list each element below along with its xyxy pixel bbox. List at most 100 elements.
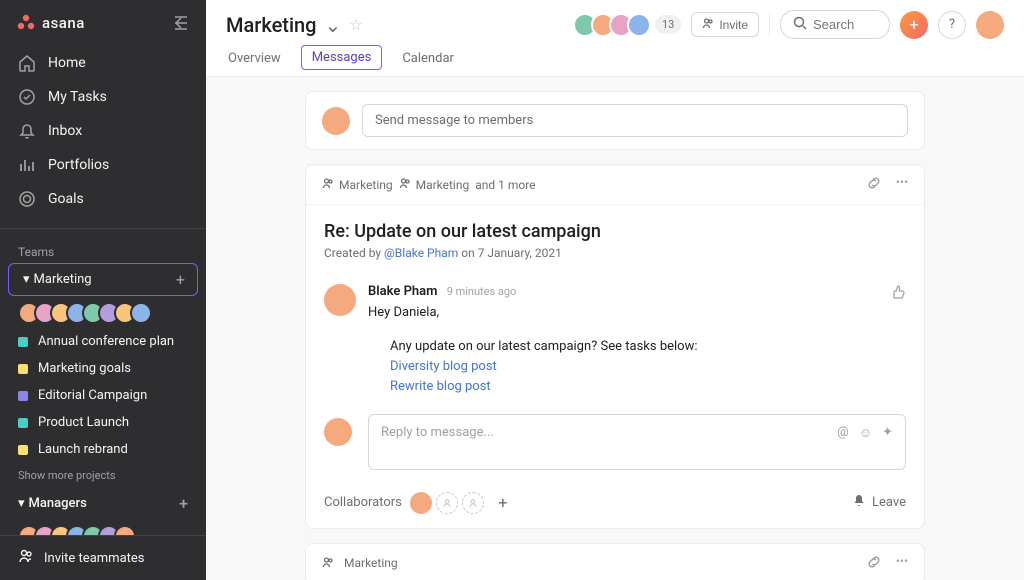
audience-label: Marketing [416, 178, 470, 192]
people-icon [18, 548, 34, 568]
page-title: Marketing ⌄ ☆ [226, 13, 363, 37]
link-icon[interactable] [866, 554, 882, 573]
audience-label: Marketing [339, 178, 393, 192]
emoji-icon[interactable]: ☺ [859, 425, 872, 441]
empty-avatar-slot[interactable] [462, 492, 484, 514]
people-icon [322, 556, 334, 571]
nav-goals[interactable]: Goals [0, 182, 206, 216]
collapse-sidebar-icon[interactable] [172, 14, 190, 32]
people-icon [322, 177, 334, 192]
sidebar-project[interactable]: Launch rebrand [0, 436, 206, 463]
meta-text: on 7 January, 2021 [458, 246, 562, 260]
sidebar-project[interactable]: Product Launch [0, 409, 206, 436]
team-name: Marketing [34, 272, 92, 287]
sidebar-project[interactable]: Annual conference plan [0, 328, 206, 355]
search-icon [793, 15, 807, 34]
avatar [324, 418, 352, 446]
project-label: Editorial Campaign [38, 388, 147, 403]
team-marketing[interactable]: ▾ Marketing + [8, 263, 198, 296]
project-label: Launch rebrand [38, 442, 128, 457]
avatar [322, 107, 350, 135]
audience-label: Marketing [344, 556, 398, 570]
nav-home[interactable]: Home [0, 46, 206, 80]
header-top: Marketing ⌄ ☆ 13 Invite [226, 0, 1004, 39]
collaborators-label: Collaborators [324, 495, 402, 510]
logo[interactable]: asana [16, 14, 85, 32]
bars-icon [18, 156, 36, 174]
chevron-down-icon: ▾ [18, 496, 25, 511]
divider [769, 14, 770, 36]
invite-label: Invite teammates [44, 551, 145, 566]
nav-portfolios[interactable]: Portfolios [0, 148, 206, 182]
message-body-text: Any update on our latest campaign? See t… [390, 337, 878, 357]
add-to-team-icon[interactable]: + [179, 494, 188, 513]
bell-icon [18, 122, 36, 140]
more-icon[interactable]: ••• [896, 175, 908, 194]
primary-nav: Home My Tasks Inbox Portfolios Goals [0, 42, 206, 220]
people-icon [399, 177, 411, 192]
home-icon [18, 54, 36, 72]
author-link[interactable]: @Blake Pham [384, 246, 458, 260]
nav-my-tasks[interactable]: My Tasks [0, 80, 206, 114]
thread-actions: ••• [866, 554, 908, 573]
main: Marketing ⌄ ☆ 13 Invite [206, 0, 1024, 580]
collaborator-avatars: + [410, 492, 514, 514]
team-managers[interactable]: ▾ Managers + [0, 488, 206, 519]
thread-card[interactable]: Marketing ••• [305, 543, 925, 580]
invite-teammates[interactable]: Invite teammates [0, 535, 206, 580]
sidebar: asana Home My Tasks Inbox Portfolios Goa… [0, 0, 206, 580]
star-icon[interactable]: ☆ [349, 16, 362, 34]
thread-footer: Collaborators + Leave [306, 484, 924, 528]
avatar[interactable] [627, 13, 651, 37]
nav-label: Goals [48, 191, 84, 207]
avatar[interactable] [130, 302, 152, 324]
show-more-projects[interactable]: Show more projects [0, 463, 206, 488]
mention-icon[interactable]: @ [837, 425, 849, 441]
team-marketing-avatars [0, 296, 206, 328]
content: Send message to members Marketing Market… [206, 77, 1024, 580]
reply-box: Reply to message... @ ☺ ✦ [324, 414, 906, 470]
audience-tag[interactable]: Marketing [322, 556, 398, 571]
invite-button[interactable]: Invite [691, 12, 759, 37]
tab-overview[interactable]: Overview [226, 45, 283, 76]
more-icon[interactable]: ••• [896, 554, 908, 573]
help-button[interactable]: ? [938, 11, 966, 39]
empty-avatar-slot[interactable] [436, 492, 458, 514]
leave-button[interactable]: Leave [852, 494, 906, 512]
bell-icon [852, 494, 866, 512]
nav-inbox[interactable]: Inbox [0, 114, 206, 148]
sidebar-project[interactable]: Editorial Campaign [0, 382, 206, 409]
audience-more[interactable]: and 1 more [475, 178, 535, 192]
plus-icon: + [909, 15, 918, 34]
add-button[interactable]: + [900, 11, 928, 39]
like-icon[interactable] [890, 284, 906, 304]
message-time: 9 minutes ago [447, 285, 517, 298]
add-collaborator-icon[interactable]: + [492, 492, 514, 514]
audience-tag[interactable]: Marketing [322, 177, 393, 192]
nav-label: Inbox [48, 123, 82, 139]
task-link[interactable]: Diversity blog post [390, 359, 497, 374]
search-field[interactable] [813, 17, 873, 32]
message-greeting: Hey Daniela, [368, 303, 878, 323]
member-count[interactable]: 13 [655, 15, 681, 34]
avatar[interactable] [410, 492, 432, 514]
star-icon[interactable]: ✦ [882, 425, 893, 441]
reply-input[interactable]: Reply to message... @ ☺ ✦ [368, 414, 906, 470]
tab-messages[interactable]: Messages [301, 45, 383, 70]
reply-placeholder: Reply to message... [381, 425, 494, 459]
search-input[interactable] [780, 10, 890, 39]
member-avatars[interactable]: 13 [579, 13, 681, 37]
sidebar-project[interactable]: Marketing goals [0, 355, 206, 382]
avatar[interactable] [324, 284, 356, 316]
task-link[interactable]: Rewrite blog post [390, 379, 491, 394]
project-color-dot [18, 418, 28, 428]
thread-title: Re: Update on our latest campaign [324, 221, 906, 242]
audience-tag[interactable]: Marketing [399, 177, 470, 192]
compose-input[interactable]: Send message to members [362, 104, 908, 137]
link-icon[interactable] [866, 175, 882, 194]
tab-calendar[interactable]: Calendar [400, 45, 456, 76]
add-to-team-icon[interactable]: + [176, 270, 185, 289]
user-avatar[interactable] [976, 11, 1004, 39]
chevron-down-icon[interactable]: ⌄ [325, 13, 342, 37]
sidebar-header: asana [0, 0, 206, 42]
